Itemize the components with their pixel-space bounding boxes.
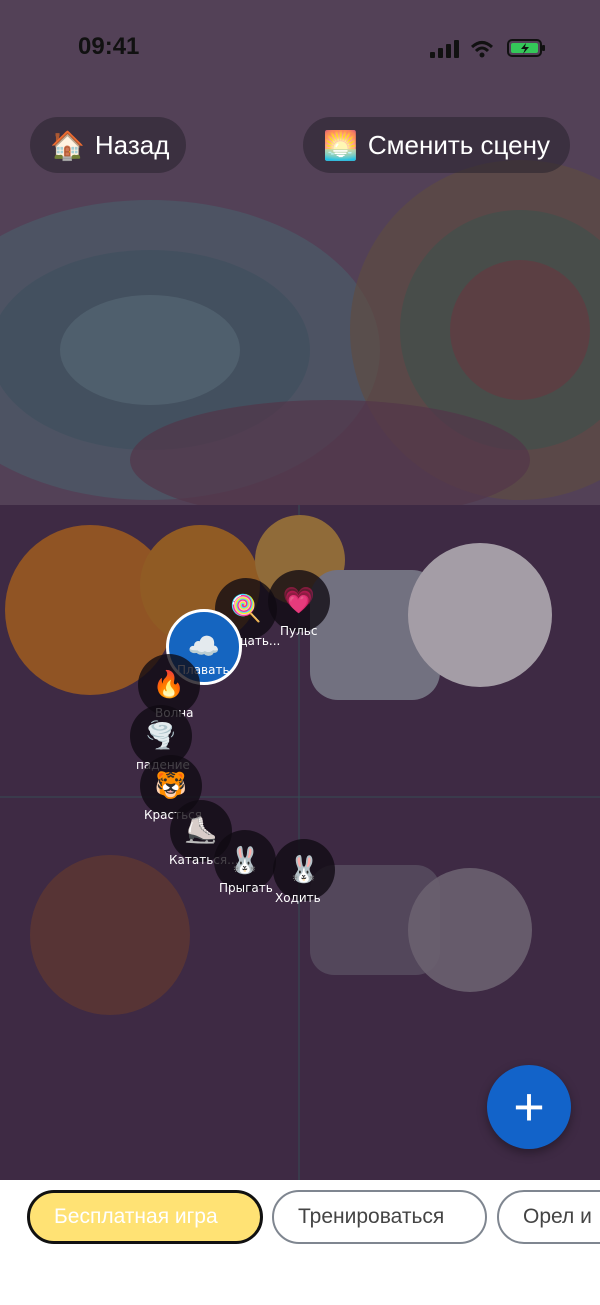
add-button[interactable]: + — [487, 1065, 571, 1149]
change-scene-label: Сменить сцену — [367, 129, 550, 160]
mode-tabs: Бесплатная игра Тренироваться Орел и — [0, 1180, 600, 1305]
signal-icon — [430, 40, 459, 58]
status-time: 09:41 — [78, 33, 140, 60]
fire-icon: 🔥 — [152, 670, 186, 700]
back-label: Назад — [94, 129, 170, 160]
bunny-ears-icon: 🐰 — [287, 855, 321, 885]
status-bar: 09:41 — [0, 0, 600, 96]
tab-free-play[interactable]: Бесплатная игра — [27, 1190, 263, 1244]
skate-icon: ⛸️ — [184, 816, 218, 846]
wifi-icon — [470, 41, 494, 58]
tab-heads-tails[interactable]: Орел и — [497, 1190, 600, 1244]
action-jump-label: Прыгать — [219, 881, 273, 895]
back-button[interactable]: 🏠 Назад — [30, 117, 186, 173]
change-scene-button[interactable]: 🌅 Сменить сцену — [303, 117, 570, 173]
tab-practice[interactable]: Тренироваться — [272, 1190, 487, 1244]
heart-icon: 💗 — [282, 586, 316, 616]
battery-icon — [507, 39, 545, 57]
tiger-icon: 🐯 — [154, 771, 188, 801]
tornado-icon: 🌪️ — [144, 721, 178, 751]
cloud-icon: ☁️ — [187, 632, 221, 662]
sunrise-icon: 🌅 — [323, 129, 358, 161]
action-pulse-label: Пульс — [280, 624, 318, 638]
home-icon: 🏠 — [50, 129, 85, 161]
lollipop-icon: 🍭 — [229, 594, 263, 624]
action-pulse[interactable]: 💗 — [268, 570, 330, 632]
rabbit-icon: 🐰 — [228, 846, 262, 876]
action-walk-label: Ходить — [275, 891, 321, 905]
